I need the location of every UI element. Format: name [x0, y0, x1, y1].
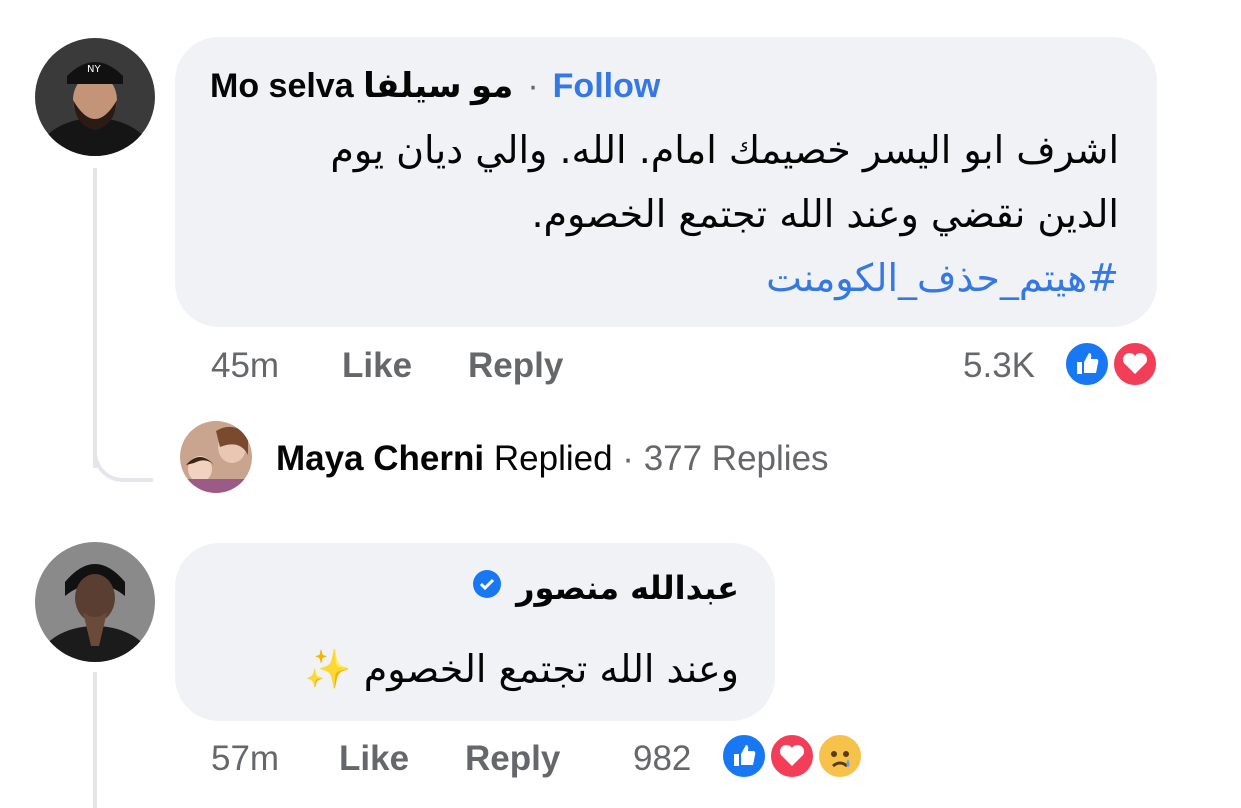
follow-button[interactable]: Follow — [553, 67, 661, 106]
comment-line: اشرف ابو اليسر خصيمك امام. الله. والي دي… — [330, 128, 1119, 172]
love-icon — [1111, 340, 1159, 388]
replies-count: 377 Replies — [643, 439, 829, 478]
love-icon — [768, 732, 816, 780]
replier-name: Maya Cherni — [276, 439, 485, 478]
svg-text:NY: NY — [87, 64, 101, 75]
comment-author[interactable]: Mo selva مو سيلفا — [210, 66, 513, 106]
avatar-photo-icon: NY — [35, 38, 155, 156]
reaction-count[interactable]: 982 — [633, 739, 691, 779]
comment-timestamp[interactable]: 45m — [211, 346, 279, 386]
thread-line-curve — [93, 440, 153, 482]
thread-line-second — [93, 672, 97, 808]
verified-badge-icon — [472, 569, 502, 607]
like-button[interactable]: Like — [339, 739, 409, 779]
replied-label: Replied — [493, 439, 613, 478]
reply-button[interactable]: Reply — [465, 739, 560, 779]
reply-avatar[interactable] — [180, 421, 252, 493]
comment-author[interactable]: عبدالله منصور — [516, 569, 739, 607]
like-button[interactable]: Like — [342, 346, 412, 386]
reaction-count[interactable]: 5.3K — [963, 346, 1035, 386]
avatar-photo-icon — [35, 542, 155, 662]
replies-summary[interactable]: Maya Cherni Replied · 377 Replies — [276, 439, 829, 479]
hashtag-link[interactable]: #هيتم_حذف_الكومنت — [330, 246, 1119, 310]
separator-dot: · — [622, 439, 634, 478]
avatar[interactable]: NY — [35, 38, 155, 156]
thread-line — [93, 168, 97, 468]
sparkles-emoji-icon: ✨ — [304, 647, 352, 691]
reply-avatar-photo-icon — [180, 421, 252, 493]
like-icon — [1063, 340, 1111, 388]
comment-timestamp[interactable]: 57m — [211, 739, 279, 779]
separator-dot: · — [527, 66, 539, 105]
sad-icon — [816, 732, 864, 780]
comment-author-row: عبدالله منصور — [472, 569, 739, 607]
avatar[interactable] — [35, 542, 155, 662]
comment-author-row: Mo selva مو سيلفا · Follow — [210, 66, 660, 106]
like-icon — [720, 732, 768, 780]
comment-text: اشرف ابو اليسر خصيمك امام. الله. والي دي… — [330, 118, 1119, 310]
comment-line: الدين نقضي وعند الله تجتمع الخصوم. — [531, 192, 1119, 236]
reply-button[interactable]: Reply — [468, 346, 563, 386]
comment-line: وعند الله تجتمع الخصوم — [363, 647, 739, 691]
comment-text: وعند الله تجتمع الخصوم ✨ — [304, 637, 739, 701]
